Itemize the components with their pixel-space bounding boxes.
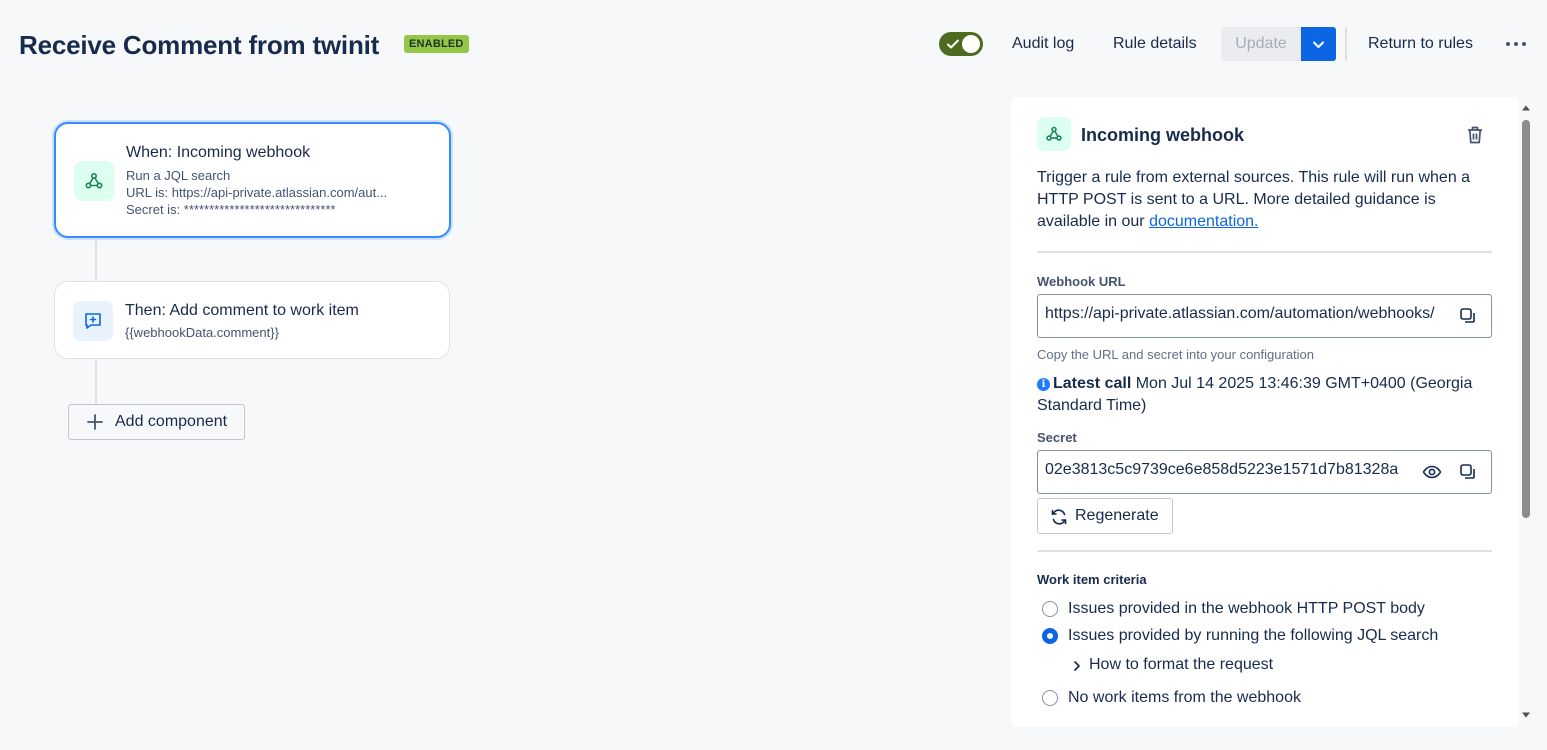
- webhook-url-label: Webhook URL: [1037, 274, 1126, 289]
- secret-input[interactable]: [1045, 461, 1410, 479]
- radio-button[interactable]: [1042, 628, 1058, 644]
- criteria-label: Work item criteria: [1037, 572, 1147, 587]
- add-component-button[interactable]: Add component: [68, 404, 245, 440]
- status-badge: ENABLED: [404, 35, 469, 53]
- action-title: Then: Add comment to work item: [125, 302, 359, 319]
- trigger-detail-jql: Run a JQL search: [126, 168, 231, 183]
- latest-call: i Latest call Mon Jul 14 2025 13:46:39 GM…: [1037, 373, 1497, 417]
- radio-button[interactable]: [1042, 601, 1058, 617]
- comment-add-icon: [73, 301, 113, 341]
- trigger-title: When: Incoming webhook: [126, 144, 311, 161]
- panel-description: Trigger a rule from external sources. Th…: [1037, 167, 1497, 233]
- update-button[interactable]: Update: [1221, 27, 1301, 61]
- regenerate-button[interactable]: Regenerate: [1037, 498, 1173, 534]
- chevron-right-icon: [1074, 661, 1080, 671]
- trigger-detail-secret: Secret is: *****************************…: [126, 202, 336, 217]
- trigger-node[interactable]: When: Incoming webhook Run a JQL search …: [54, 122, 451, 238]
- radio-label: No work items from the webhook: [1068, 689, 1301, 706]
- webhook-icon: [1037, 117, 1071, 151]
- chevron-down-icon: [1313, 41, 1324, 48]
- action-node[interactable]: Then: Add comment to work item {{webhook…: [54, 281, 450, 359]
- component-config-panel: Incoming webhook Trigger a rule from ext…: [1011, 97, 1519, 727]
- more-options-icon[interactable]: [1506, 36, 1526, 52]
- rule-details-button[interactable]: Rule details: [1113, 28, 1197, 60]
- how-to-format-label: How to format the request: [1089, 656, 1274, 673]
- page-title: Receive Comment from twinit: [19, 30, 380, 60]
- scroll-up-arrow[interactable]: [1521, 103, 1531, 113]
- rule-header: Receive Comment from twinit ENABLED Audi…: [0, 0, 1547, 88]
- trigger-detail-url: URL is: https://api-private.atlassian.co…: [126, 185, 388, 200]
- refresh-icon: [1051, 509, 1067, 525]
- radio-label: Issues provided in the webhook HTTP POST…: [1068, 600, 1425, 617]
- radio-label: Issues provided by running the following…: [1068, 627, 1439, 644]
- info-icon: i: [1037, 378, 1050, 391]
- copy-icon[interactable]: [1459, 307, 1477, 325]
- latest-call-label: Latest call: [1053, 375, 1132, 392]
- webhook-icon: [74, 161, 114, 201]
- regenerate-label: Regenerate: [1075, 507, 1159, 524]
- secret-field[interactable]: [1037, 450, 1492, 494]
- scroll-down-arrow[interactable]: [1521, 710, 1531, 720]
- header-divider: [1345, 27, 1347, 61]
- url-help-text: Copy the URL and secret into your config…: [1037, 347, 1315, 362]
- secret-label: Secret: [1037, 430, 1077, 445]
- webhook-url-input[interactable]: [1045, 305, 1445, 323]
- add-component-label: Add component: [115, 413, 228, 430]
- radio-button[interactable]: [1042, 690, 1058, 706]
- audit-log-button[interactable]: Audit log: [1012, 28, 1074, 60]
- panel-title: Incoming webhook: [1081, 125, 1245, 145]
- flow-connector: [95, 361, 97, 404]
- eye-icon[interactable]: [1422, 464, 1442, 480]
- trash-icon[interactable]: [1466, 125, 1484, 150]
- toggle-knob: [962, 35, 980, 53]
- update-dropdown-button[interactable]: [1301, 27, 1336, 61]
- flow-connector: [95, 240, 97, 281]
- scrollbar-thumb[interactable]: [1522, 120, 1530, 518]
- plus-icon: [87, 414, 103, 430]
- check-icon: [947, 39, 959, 49]
- action-detail: {{webhookData.comment}}: [125, 325, 279, 340]
- documentation-link[interactable]: documentation.: [1149, 213, 1258, 230]
- return-to-rules-button[interactable]: Return to rules: [1368, 28, 1473, 60]
- copy-icon[interactable]: [1459, 463, 1477, 481]
- section-divider: [1037, 550, 1492, 552]
- rule-enabled-toggle[interactable]: [939, 32, 983, 56]
- webhook-url-field[interactable]: [1037, 294, 1492, 338]
- section-divider: [1037, 251, 1492, 253]
